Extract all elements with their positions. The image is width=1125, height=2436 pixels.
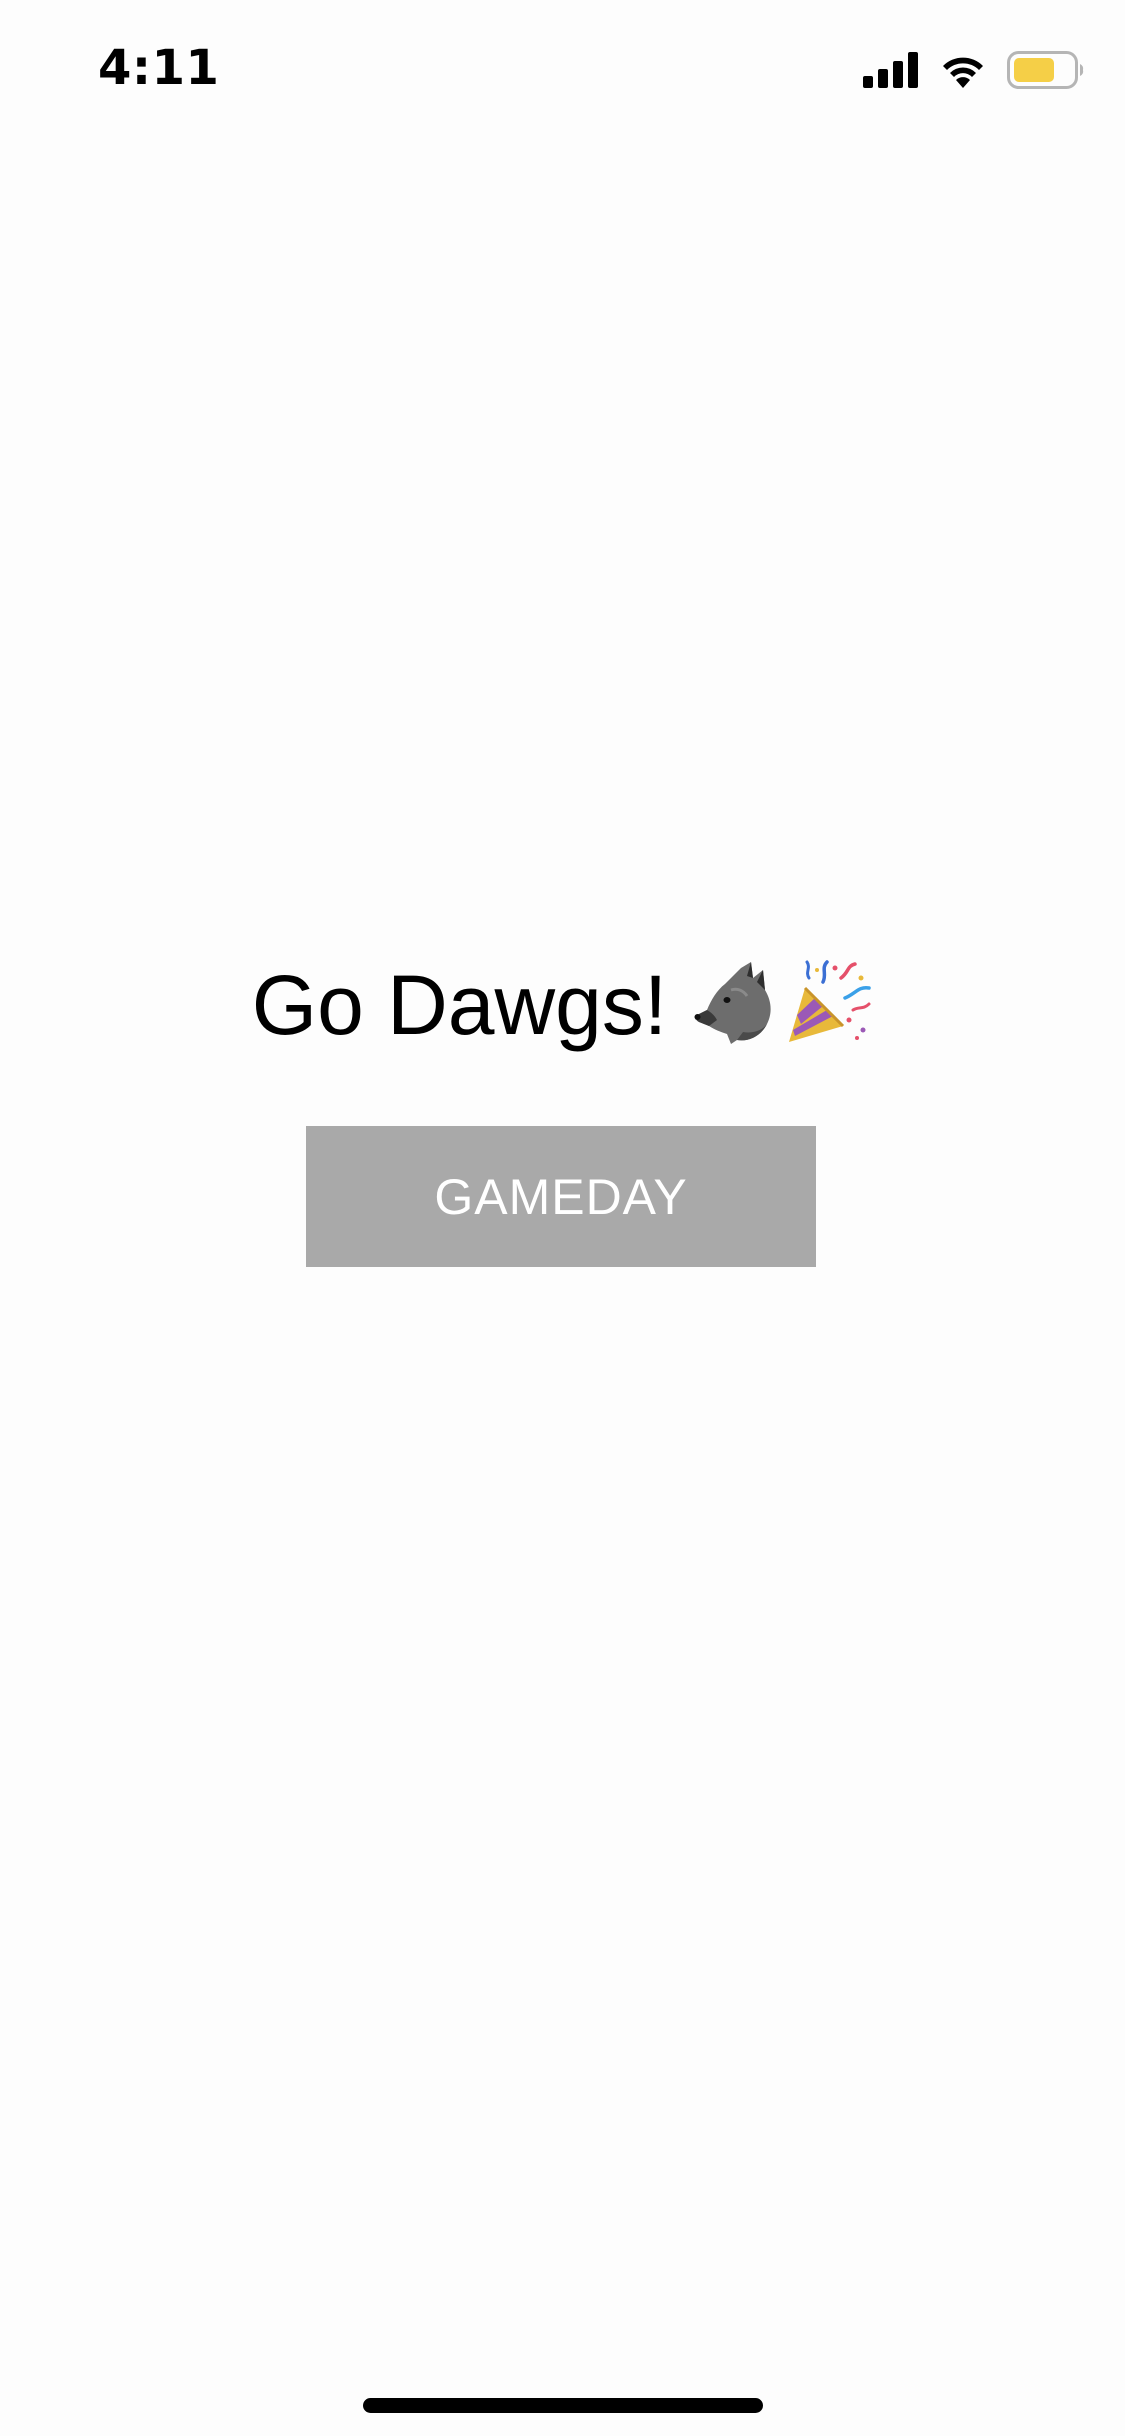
gameday-button[interactable]: GAMEDAY <box>306 1126 816 1267</box>
wolf-icon <box>691 960 777 1051</box>
battery-icon <box>1007 51 1085 89</box>
headline-text: Go Dawgs! <box>251 958 668 1052</box>
cellular-signal-icon <box>863 52 919 88</box>
home-indicator[interactable] <box>363 2398 763 2413</box>
status-icons <box>863 50 1085 90</box>
status-time: 4:11 <box>98 40 220 96</box>
headline-row: Go Dawgs! <box>0 950 1125 1060</box>
headline-emojis <box>691 958 873 1053</box>
status-bar: 4:11 <box>0 0 1125 132</box>
wifi-icon <box>939 52 987 88</box>
party-popper-icon <box>783 958 873 1053</box>
